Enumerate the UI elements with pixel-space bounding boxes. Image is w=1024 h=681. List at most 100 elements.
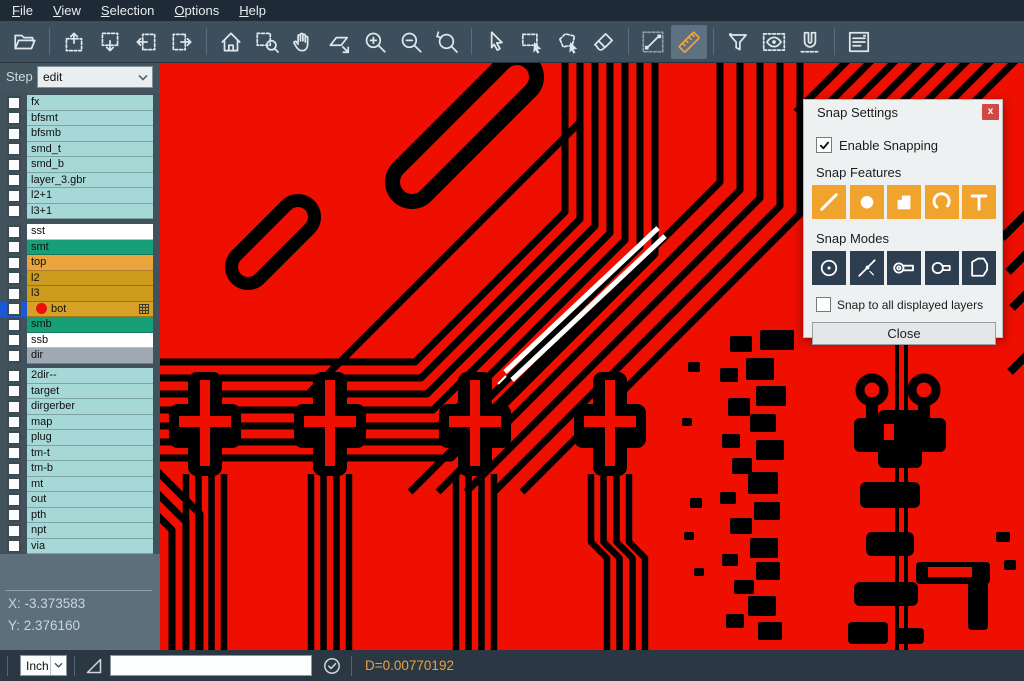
layer-row-mt[interactable]: mt [0,477,160,493]
layer-checkbox[interactable] [7,446,21,460]
layer-row-map[interactable]: map [0,415,160,431]
layer-name-cell[interactable]: out [27,492,153,508]
layer-row-ssb[interactable]: ssb [0,333,160,349]
layer-row-fx[interactable]: fx [0,95,160,111]
layer-name-cell[interactable]: smt [27,240,153,256]
menu-file[interactable]: File [2,0,43,21]
layer-row-l3+1[interactable]: l3+1 [0,204,160,220]
layer-name-cell[interactable]: dirgerber [27,399,153,415]
layer-visibility-cell[interactable] [0,204,27,220]
layer-visibility-cell[interactable] [0,111,27,127]
layer-row-smd_b[interactable]: smd_b [0,157,160,173]
layer-checkbox[interactable] [7,189,21,203]
layer-visibility-cell[interactable] [0,348,27,364]
snap-magnet-button[interactable] [792,25,828,59]
layer-name-cell[interactable]: ssb [27,333,153,349]
layer-visibility-cell[interactable] [0,126,27,142]
layer-visibility-cell[interactable] [0,157,27,173]
layer-checkbox[interactable] [7,173,21,187]
zoom-previous-button[interactable] [429,25,465,59]
layer-visibility-cell[interactable] [0,302,27,318]
snap-surface-button[interactable] [887,185,921,219]
layer-name-cell[interactable]: via [27,539,153,555]
checkbox-box[interactable] [816,137,832,153]
layer-checkbox[interactable] [7,271,21,285]
select-cursor-button[interactable] [478,25,514,59]
layer-checkbox[interactable] [7,318,21,332]
layer-visibility-cell[interactable] [0,446,27,462]
layer-name-cell[interactable]: top [27,255,153,271]
layer-visibility-cell[interactable] [0,240,27,256]
layer-checkbox[interactable] [7,477,21,491]
filter-button[interactable] [720,25,756,59]
step-dropdown[interactable]: edit [37,66,153,88]
layer-visibility-cell[interactable] [0,95,27,111]
pan-hand-button[interactable] [285,25,321,59]
layer-row-bot[interactable]: bot [0,302,160,318]
layer-checkbox[interactable] [7,225,21,239]
layer-visibility-cell[interactable] [0,461,27,477]
layer-name-cell[interactable]: 2dir-- [27,368,153,384]
layer-checkbox[interactable] [7,349,21,363]
layer-visibility-cell[interactable] [0,188,27,204]
select-polygon-button[interactable] [550,25,586,59]
layer-name-cell[interactable]: l2 [27,271,153,287]
layer-row-bfsmb[interactable]: bfsmb [0,126,160,142]
layer-visibility-cell[interactable] [0,224,27,240]
layer-checkbox[interactable] [7,256,21,270]
pan-up-button[interactable] [56,25,92,59]
pan-down-button[interactable] [92,25,128,59]
layer-row-sst[interactable]: sst [0,224,160,240]
layer-name-cell[interactable]: bot [27,302,153,318]
layer-row-via[interactable]: via [0,539,160,555]
zoom-in-button[interactable] [357,25,393,59]
pan-right-button[interactable] [164,25,200,59]
checkbox-box[interactable] [816,297,831,312]
menu-options[interactable]: Options [164,0,229,21]
layer-visibility-cell[interactable] [0,333,27,349]
layer-checkbox[interactable] [7,111,21,125]
layer-name-cell[interactable]: target [27,384,153,400]
layer-name-cell[interactable]: smb [27,317,153,333]
layer-checkbox[interactable] [7,539,21,553]
mode-center-button[interactable] [812,251,846,285]
mode-hole-button[interactable] [925,251,959,285]
layer-name-cell[interactable]: l3 [27,286,153,302]
layer-visibility-cell[interactable] [0,384,27,400]
layer-checkbox[interactable] [7,158,21,172]
layer-checkbox[interactable] [7,415,21,429]
layer-checkbox[interactable] [7,400,21,414]
layer-row-out[interactable]: out [0,492,160,508]
layer-row-layer_3.gbr[interactable]: layer_3.gbr [0,173,160,189]
layer-visibility-cell[interactable] [0,508,27,524]
clear-brush-button[interactable] [586,25,622,59]
measure-points-button[interactable] [635,25,671,59]
layer-row-tm-b[interactable]: tm-b [0,461,160,477]
layer-checkbox[interactable] [7,431,21,445]
snap-all-layers-checkbox[interactable]: Snap to all displayed layers [816,297,1002,312]
layer-name-cell[interactable]: npt [27,523,153,539]
layer-row-npt[interactable]: npt [0,523,160,539]
view-visible-button[interactable] [756,25,792,59]
layer-name-cell[interactable]: layer_3.gbr [27,173,153,189]
layer-checkbox[interactable] [7,287,21,301]
layer-checkbox[interactable] [7,142,21,156]
open-folder-button[interactable] [7,25,43,59]
layer-name-cell[interactable]: tm-b [27,461,153,477]
layer-name-cell[interactable]: map [27,415,153,431]
snap-line-button[interactable] [812,185,846,219]
snap-text-button[interactable] [962,185,996,219]
menu-help[interactable]: Help [229,0,276,21]
circle-check-icon[interactable] [320,656,344,676]
layer-visibility-cell[interactable] [0,539,27,555]
menu-view[interactable]: View [43,0,91,21]
layer-row-l3[interactable]: l3 [0,286,160,302]
layer-row-l2[interactable]: l2 [0,271,160,287]
layer-visibility-cell[interactable] [0,173,27,189]
layer-row-dirgerber[interactable]: dirgerber [0,399,160,415]
measure-ruler-button[interactable] [671,25,707,59]
angle-corner-icon[interactable] [82,656,106,676]
layer-visibility-cell[interactable] [0,286,27,302]
layer-row-tm-t[interactable]: tm-t [0,446,160,462]
layer-name-cell[interactable]: bfsmb [27,126,153,142]
